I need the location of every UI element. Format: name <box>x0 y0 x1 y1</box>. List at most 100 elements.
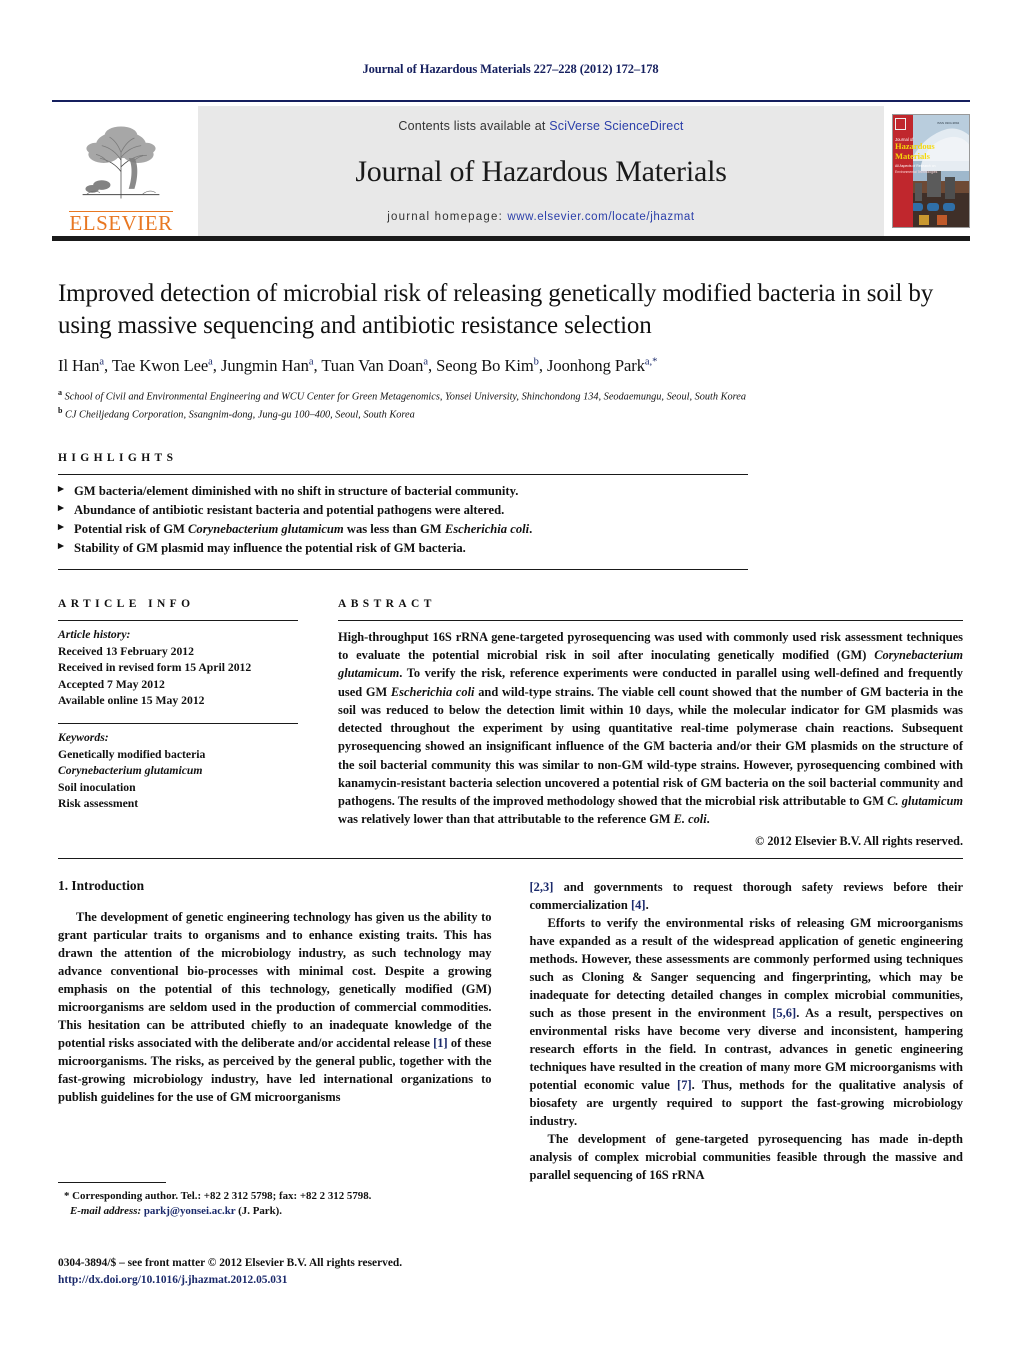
journal-cover-thumbnail: Journal of Hazardous Materials All Aspec… <box>892 106 970 236</box>
footnote-text: * Corresponding author. Tel.: +82 2 312 … <box>58 1189 491 1220</box>
author-affiliation-marker: a <box>99 356 105 368</box>
copyright-line: © 2012 Elsevier B.V. All rights reserved… <box>755 833 963 848</box>
author-affiliation-marker: b <box>533 356 539 368</box>
footnote-email-line: E-mail address: parkj@yonsei.ac.kr (J. P… <box>70 1205 283 1218</box>
article-history-item: Accepted 7 May 2012 <box>58 677 165 691</box>
masthead-center-panel: Contents lists available at SciVerse Sci… <box>198 106 884 236</box>
abstract-italic-term: Corynebacterium glutamicum <box>338 648 963 681</box>
highlights-section: HIGHLIGHTS GM bacteria/element diminishe… <box>58 452 748 570</box>
author-name: Seong Bo Kim <box>436 356 534 375</box>
article-history-label: Article history: <box>58 628 131 641</box>
abstract-text: High-throughput 16S rRNA gene-targeted p… <box>338 630 963 827</box>
author-affiliation-marker: a,* <box>644 356 658 368</box>
author-name: Joonhong Park <box>547 356 645 375</box>
svg-text:Environmental Technologies: Environmental Technologies <box>895 170 938 174</box>
author-affiliation-marker: a <box>423 356 428 368</box>
sciverse-sciencedirect-link[interactable]: SciVerse ScienceDirect <box>549 119 683 133</box>
body-paragraph: [2,3] and governments to request thoroug… <box>529 880 964 912</box>
citation-reference[interactable]: [5,6] <box>772 1006 796 1020</box>
keyword-item: Risk assessment <box>58 797 139 811</box>
author-name: Tae Kwon Lee <box>111 356 209 375</box>
keyword-item: Genetically modified bacteria <box>58 747 206 761</box>
highlight-item: Abundance of antibiotic resistant bacter… <box>58 501 748 520</box>
svg-text:ISSN 0304-3894: ISSN 0304-3894 <box>937 121 960 125</box>
homepage-prefix: journal homepage: <box>387 211 508 223</box>
abstract-column: ABSTRACT High-throughput 16S rRNA gene-t… <box>338 598 963 849</box>
page-title: Improved detection of microbial risk of … <box>58 280 934 339</box>
keywords-block: Keywords: Genetically modified bacteria Co… <box>58 730 298 813</box>
body-columns: 1. Introduction The development of genet… <box>58 878 963 1184</box>
abstract-label: ABSTRACT <box>338 598 436 610</box>
doi-link[interactable]: http://dx.doi.org/10.1016/j.jhazmat.2012… <box>58 1272 528 1289</box>
citation-reference[interactable]: [1] <box>433 1036 448 1050</box>
abstract-italic-term: C. glutamicum <box>887 794 963 809</box>
cover-image: Journal of Hazardous Materials All Aspec… <box>892 114 970 228</box>
article-info-label: ARTICLE INFO <box>58 598 195 610</box>
journal-homepage-line: journal homepage: www.elsevier.com/locat… <box>387 211 694 223</box>
footnote-rule <box>58 1182 166 1183</box>
left-column-paragraphs: The development of genetic engineering t… <box>58 908 492 1106</box>
abstract-italic-term: E. coli <box>673 812 707 827</box>
svg-text:Hazardous: Hazardous <box>895 141 935 151</box>
affiliation-list: a School of Civil and Environmental Engi… <box>58 387 958 424</box>
author-list: Il Hana, Tae Kwon Leea, Jungmin Hana, Tu… <box>58 356 658 375</box>
masthead-top-rule <box>52 100 970 102</box>
article-history-item: Received in revised form 15 April 2012 <box>58 661 252 675</box>
highlight-item: Stability of GM plasmid may influence th… <box>58 539 748 558</box>
contents-lists-line: Contents lists available at SciVerse Sci… <box>398 119 683 133</box>
highlight-item: GM bacteria/element diminished with no s… <box>58 482 748 501</box>
journal-title: Journal of Hazardous Materials <box>355 155 727 188</box>
elsevier-logo: ELSEVIER <box>52 106 190 236</box>
imprint-block: 0304-3894/$ – see front matter © 2012 El… <box>58 1255 528 1289</box>
highlights-list: GM bacteria/element diminished with no s… <box>58 482 748 559</box>
corresponding-author-footnote: * Corresponding author. Tel.: +82 2 312 … <box>58 1182 491 1220</box>
affiliation-item: b CJ Cheiljedang Corporation, Ssangnim-d… <box>58 406 415 421</box>
journal-article-page: Journal of Hazardous Materials 227–228 (… <box>0 0 1021 1351</box>
email-label: E-mail address: <box>70 1205 144 1218</box>
cover-artwork-icon: Journal of Hazardous Materials All Aspec… <box>893 115 969 227</box>
introduction-heading: 1. Introduction <box>58 878 145 893</box>
highlight-item: Potential risk of GM Corynebacterium glu… <box>58 520 748 539</box>
citation-reference[interactable]: [7] <box>677 1078 692 1092</box>
citation-reference[interactable]: [2,3] <box>530 880 554 894</box>
keyword-item: Corynebacterium glutamicum <box>58 764 203 778</box>
contents-prefix: Contents lists available at <box>398 119 550 133</box>
running-head: Journal of Hazardous Materials 227–228 (… <box>362 62 659 76</box>
citation-reference[interactable]: [4] <box>631 898 646 912</box>
issn-line: 0304-3894/$ – see front matter © 2012 El… <box>58 1257 403 1269</box>
article-info-column: ARTICLE INFO Article history: Received 13… <box>58 598 298 849</box>
footnote-corresponding-line: * Corresponding author. Tel.: +82 2 312 … <box>64 1190 372 1202</box>
left-column: 1. Introduction The development of genet… <box>58 878 492 1184</box>
highlights-bottom-rule <box>58 568 748 570</box>
masthead-bottom-rule <box>52 236 970 241</box>
keywords-rule <box>58 723 298 725</box>
abstract-italic-term: Escherichia coli <box>390 684 475 699</box>
journal-masthead: ELSEVIER Contents lists available at Sci… <box>52 100 970 236</box>
info-abstract-row: ARTICLE INFO Article history: Received 13… <box>58 598 963 849</box>
article-history-item: Received 13 February 2012 <box>58 644 194 658</box>
author-affiliation-marker: a <box>208 356 213 368</box>
email-link[interactable]: parkj@yonsei.ac.kr <box>144 1205 236 1217</box>
body-paragraph: The development of gene-targeted pyroseq… <box>529 1132 964 1182</box>
abstract-bottom-rule <box>58 858 963 859</box>
svg-text:All Aspects of Research on: All Aspects of Research on <box>895 164 936 168</box>
author-name: Il Han <box>58 356 100 375</box>
article-history-item: Available online 15 May 2012 <box>58 694 205 708</box>
body-paragraph: Efforts to verify the environmental risk… <box>529 916 964 1128</box>
author-affiliation-marker: a <box>308 356 314 368</box>
title-block: Improved detection of microbial risk of … <box>58 278 958 424</box>
right-column: [2,3] and governments to request thoroug… <box>530 878 964 1184</box>
elsevier-wordmark: ELSEVIER <box>69 211 173 235</box>
highlights-top-rule <box>58 474 748 475</box>
article-info-rule <box>58 620 298 621</box>
elsevier-tree-icon <box>82 126 160 199</box>
highlights-label: HIGHLIGHTS <box>58 452 178 464</box>
keywords-label: Keywords: <box>58 731 109 745</box>
affiliation-item: a School of Civil and Environmental Engi… <box>58 388 746 403</box>
article-history-block: Article history: Received 13 February 201… <box>58 627 298 710</box>
right-column-paragraphs: [2,3] and governments to request thoroug… <box>530 878 964 1184</box>
keyword-item: Soil inoculation <box>58 780 136 794</box>
journal-homepage-link[interactable]: www.elsevier.com/locate/jhazmat <box>507 211 694 223</box>
author-name: Jungmin Han <box>220 356 309 375</box>
abstract-rule <box>338 620 963 621</box>
